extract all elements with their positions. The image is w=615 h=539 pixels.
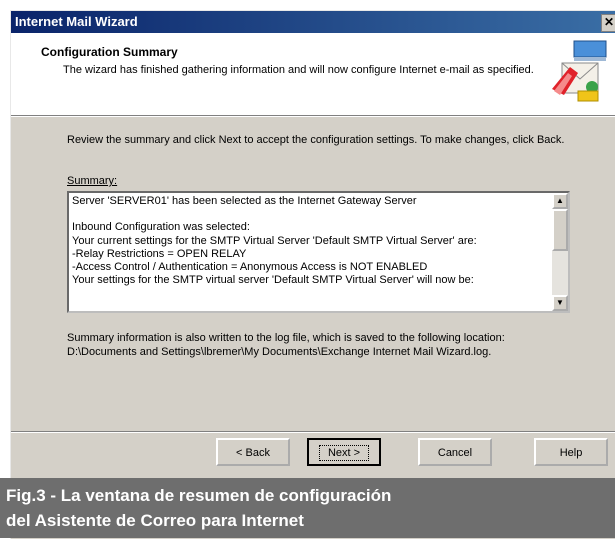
- back-button[interactable]: < Back: [216, 438, 290, 466]
- page-title: Configuration Summary: [41, 45, 178, 59]
- window-title: Internet Mail Wizard: [15, 14, 138, 29]
- caption-line-2: del Asistente de Correo para Internet: [6, 511, 304, 530]
- next-button[interactable]: Next >: [307, 438, 381, 466]
- instructions-text: Review the summary and click Next to acc…: [67, 134, 565, 146]
- summary-line: -Access Control / Authentication = Anony…: [72, 260, 428, 273]
- summary-textbox[interactable]: Server 'SERVER01' has been selected as t…: [67, 191, 570, 313]
- summary-scrollbar[interactable]: ▲ ▼: [552, 193, 568, 311]
- scroll-down-arrow-icon[interactable]: ▼: [552, 295, 568, 311]
- scroll-up-arrow-icon[interactable]: ▲: [552, 193, 568, 209]
- summary-line: [72, 208, 550, 221]
- cancel-button[interactable]: Cancel: [418, 438, 492, 466]
- summary-line: Your current settings for the SMTP Virtu…: [72, 234, 477, 247]
- wizard-window: Internet Mail Wizard ✕ Configuration Sum…: [10, 10, 615, 539]
- summary-line: Server 'SERVER01' has been selected as t…: [72, 195, 417, 207]
- wizard-header: Configuration Summary The wizard has fin…: [11, 33, 615, 115]
- log-file-info: Summary information is also written to t…: [67, 332, 505, 358]
- caption-line-1: Fig.3 - La ventana de resumen de configu…: [6, 486, 392, 505]
- next-button-label: Next >: [318, 445, 370, 461]
- page-subtitle: The wizard has finished gathering inform…: [63, 64, 534, 76]
- header-divider: [11, 115, 615, 117]
- mail-wizard-icon: [552, 40, 607, 102]
- summary-label: Summary:: [67, 175, 118, 187]
- figure-caption: Fig.3 - La ventana de resumen de configu…: [0, 478, 615, 538]
- title-bar[interactable]: Internet Mail Wizard ✕: [11, 11, 615, 33]
- summary-line: Your settings for the SMTP virtual serve…: [72, 274, 474, 287]
- summary-line: Inbound Configuration was selected:: [72, 221, 250, 234]
- button-divider: [11, 431, 615, 433]
- scroll-thumb[interactable]: [552, 209, 568, 251]
- help-button[interactable]: Help: [534, 438, 608, 466]
- summary-line: -Relay Restrictions = OPEN RELAY: [72, 247, 247, 260]
- close-button[interactable]: ✕: [601, 14, 615, 32]
- summary-text: Server 'SERVER01' has been selected as t…: [72, 195, 550, 287]
